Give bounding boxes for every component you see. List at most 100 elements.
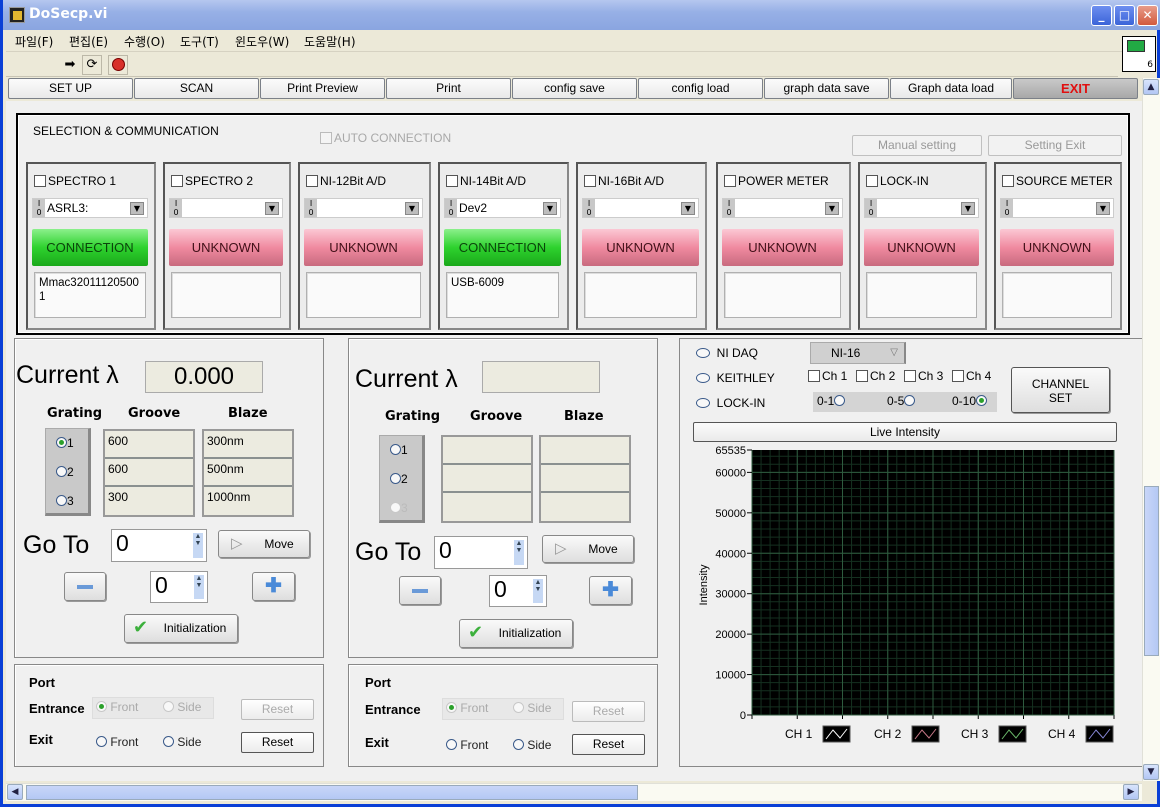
connection-status-button[interactable]: UNKNOWN (864, 229, 979, 266)
connection-status-button[interactable]: CONNECTION (32, 229, 148, 266)
grating-option-2[interactable]: 2 (390, 472, 408, 486)
maximize-button[interactable]: □ (1114, 5, 1135, 26)
print-preview-button[interactable]: Print Preview (260, 78, 385, 99)
scroll-up-icon[interactable]: ▲ (1143, 79, 1159, 95)
resource-select[interactable]: I 0 ▼ (582, 198, 699, 218)
setup-button[interactable]: SET UP (8, 78, 133, 99)
dropdown-arrow-icon[interactable]: ▼ (825, 202, 839, 215)
blaze-cell: 300nm (204, 431, 292, 459)
scroll-down-icon[interactable]: ▼ (1143, 764, 1159, 780)
config-save-button[interactable]: config save (512, 78, 637, 99)
increment-button[interactable]: ✚ (252, 572, 295, 601)
spinner-icon[interactable]: ▲ ▼ (193, 533, 203, 558)
grating-option-1[interactable]: 1 (56, 436, 74, 450)
menu-tools[interactable]: 도구(T) (180, 33, 219, 50)
run-continuous-icon[interactable]: ⟳ (82, 55, 102, 75)
move-button[interactable]: ▷ Move (218, 530, 310, 558)
dropdown-arrow-icon[interactable]: ▼ (543, 202, 557, 215)
scroll-right-icon[interactable]: ▶ (1123, 784, 1139, 800)
exit-side-radio[interactable]: Side (163, 735, 201, 749)
run-arrow-icon[interactable]: ➡ (60, 55, 80, 75)
dropdown-arrow-icon[interactable]: ▼ (265, 202, 279, 215)
dropdown-arrow-icon[interactable]: ▼ (1096, 202, 1110, 215)
connection-status-button[interactable]: UNKNOWN (582, 229, 699, 266)
menu-operate[interactable]: 수행(O) (124, 33, 165, 50)
exit-front-radio[interactable]: Front (446, 738, 488, 752)
auto-connection-checkbox[interactable]: AUTO CONNECTION (320, 131, 451, 145)
entrance-reset-button[interactable]: Reset (241, 699, 314, 720)
device-enable-checkbox[interactable]: NI-12Bit A/D (306, 174, 386, 188)
connection-status-button[interactable]: UNKNOWN (722, 229, 843, 266)
scroll-left-icon[interactable]: ◀ (7, 784, 23, 800)
spinner-icon[interactable]: ▲ ▼ (533, 579, 543, 603)
entrance-front-radio[interactable]: Front (96, 700, 138, 714)
goto-input[interactable]: 0 ▲ ▼ (434, 536, 528, 569)
entrance-side-radio[interactable]: Side (513, 701, 551, 715)
device-enable-checkbox[interactable]: NI-14Bit A/D (446, 174, 526, 188)
decrement-button[interactable] (64, 572, 106, 601)
entrance-side-radio[interactable]: Side (163, 700, 201, 714)
menu-help[interactable]: 도움말(H) (304, 33, 356, 50)
dropdown-arrow-icon[interactable]: ▼ (405, 202, 419, 215)
manual-setting-button[interactable]: Manual setting (852, 135, 982, 156)
menu-edit[interactable]: 편집(E) (69, 33, 108, 50)
spinner-icon[interactable]: ▲ ▼ (194, 575, 204, 599)
step-input[interactable]: 0 ▲ ▼ (489, 575, 547, 607)
device-enable-checkbox[interactable]: POWER METER (724, 174, 829, 188)
resource-select[interactable]: I 0 ASRL3: ▼ (32, 198, 148, 218)
device-enable-checkbox[interactable]: LOCK-IN (866, 174, 929, 188)
step-input[interactable]: 0 ▲ ▼ (150, 571, 208, 603)
graph-data-load-button[interactable]: Graph data load (890, 78, 1012, 99)
resource-select[interactable]: I 0 ▼ (1000, 198, 1114, 218)
resource-select[interactable]: I 0 Dev2 ▼ (444, 198, 561, 218)
decrement-button[interactable] (399, 576, 441, 605)
device-enable-checkbox[interactable]: NI-16Bit A/D (584, 174, 664, 188)
horizontal-scroll-thumb[interactable] (26, 785, 638, 800)
grating-option-2[interactable]: 2 (56, 465, 74, 479)
goto-input[interactable]: 0 ▲ ▼ (111, 529, 207, 562)
connection-status-button[interactable]: CONNECTION (444, 229, 561, 266)
menu-window[interactable]: 윈도우(W) (235, 33, 289, 50)
increment-button[interactable]: ✚ (589, 576, 632, 605)
vertical-scrollbar[interactable]: ▲ ▼ (1142, 78, 1160, 781)
grating-option-3[interactable]: 3 (56, 494, 74, 508)
resource-select[interactable]: I 0 ▼ (864, 198, 979, 218)
connection-status-button[interactable]: UNKNOWN (169, 229, 283, 266)
horizontal-scrollbar[interactable]: ◀ ▶ (6, 783, 1142, 801)
vertical-scroll-thumb[interactable] (1144, 486, 1159, 656)
setting-exit-button[interactable]: Setting Exit (988, 135, 1122, 156)
device-card: NI-14Bit A/D I 0 Dev2 ▼ CONNECTION USB-6009 (438, 162, 569, 330)
device-enable-checkbox[interactable]: SOURCE METER (1002, 174, 1113, 188)
resource-select[interactable]: I 0 ▼ (722, 198, 843, 218)
dropdown-arrow-icon[interactable]: ▼ (961, 202, 975, 215)
move-button[interactable]: ▷ Move (542, 535, 634, 563)
initialization-button[interactable]: ✔ Initialization (459, 619, 573, 648)
exit-front-radio[interactable]: Front (96, 735, 138, 749)
entrance-front-radio[interactable]: Front (446, 701, 488, 715)
scan-button[interactable]: SCAN (134, 78, 259, 99)
dropdown-arrow-icon[interactable]: ▼ (130, 202, 144, 215)
exit-button[interactable]: EXIT (1013, 78, 1138, 99)
connection-status-button[interactable]: UNKNOWN (304, 229, 423, 266)
dropdown-arrow-icon[interactable]: ▼ (681, 202, 695, 215)
exit-reset-button[interactable]: Reset (572, 734, 645, 755)
device-enable-checkbox[interactable]: SPECTRO 1 (34, 174, 116, 188)
config-load-button[interactable]: config load (638, 78, 763, 99)
resource-select[interactable]: I 0 ▼ (169, 198, 283, 218)
abort-stop-icon[interactable] (108, 55, 128, 75)
initialization-button[interactable]: ✔ Initialization (124, 614, 238, 643)
spinner-icon[interactable]: ▲ ▼ (514, 540, 524, 565)
minimize-button[interactable]: _ (1091, 5, 1112, 26)
grating-option-3[interactable]: 3 (390, 501, 408, 515)
connection-status-button[interactable]: UNKNOWN (1000, 229, 1114, 266)
entrance-reset-button[interactable]: Reset (572, 701, 645, 722)
graph-data-save-button[interactable]: graph data save (764, 78, 889, 99)
menu-file[interactable]: 파일(F) (15, 33, 53, 50)
close-button[interactable]: ✕ (1137, 5, 1158, 26)
grating-option-1[interactable]: 1 (390, 443, 408, 457)
device-enable-checkbox[interactable]: SPECTRO 2 (171, 174, 253, 188)
print-button[interactable]: Print (386, 78, 511, 99)
resource-select[interactable]: I 0 ▼ (304, 198, 423, 218)
exit-side-radio[interactable]: Side (513, 738, 551, 752)
exit-reset-button[interactable]: Reset (241, 732, 314, 753)
